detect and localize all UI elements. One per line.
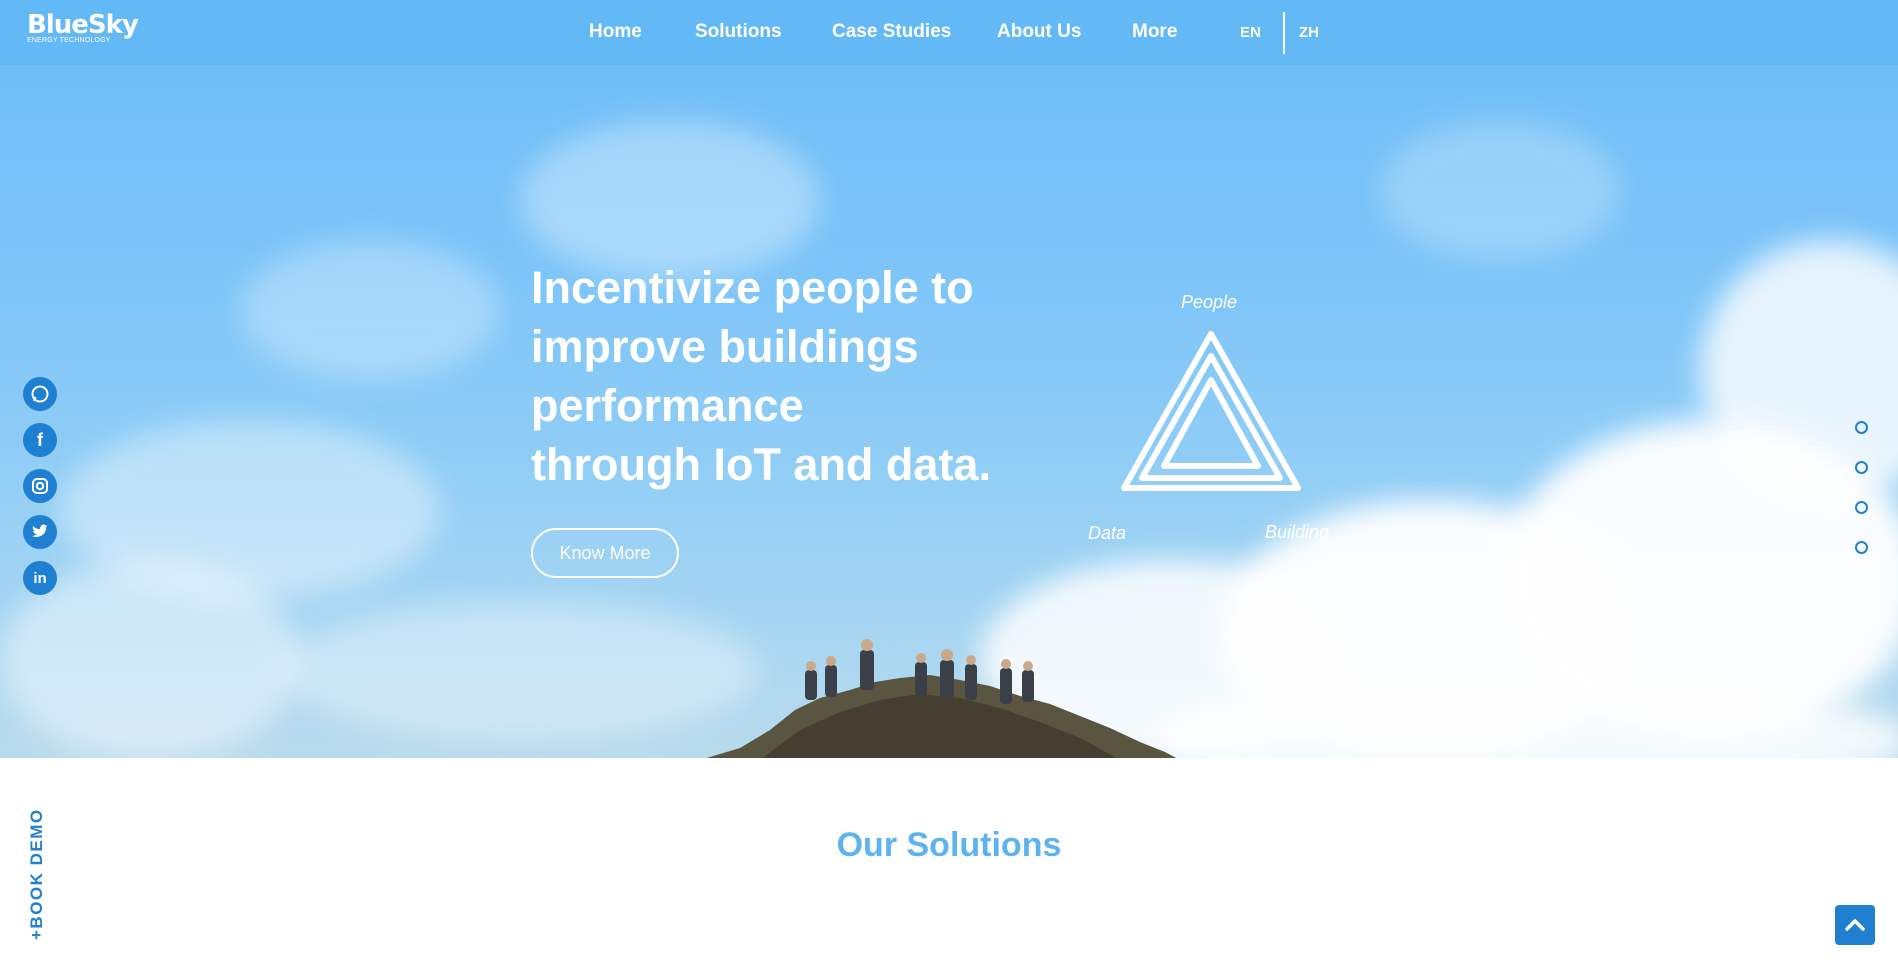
slide-dot-2[interactable] (1855, 461, 1868, 474)
section-title-solutions: Our Solutions (836, 826, 1062, 864)
lang-zh[interactable]: ZH (1299, 24, 1319, 41)
hero-headline: Incentivize people to improve buildings … (531, 258, 1051, 494)
instagram-icon[interactable] (23, 469, 57, 503)
slide-dot-4[interactable] (1855, 541, 1868, 554)
headline-line: through IoT and data. (531, 439, 991, 490)
slide-dot-3[interactable] (1855, 501, 1868, 514)
headline-line: performance (531, 380, 804, 431)
mountain-image (706, 639, 1177, 758)
triangle-label-people: People (1181, 292, 1238, 312)
nav-more[interactable]: More (1132, 21, 1177, 43)
chevron-up-icon (1845, 919, 1865, 931)
nav-about-us[interactable]: About Us (997, 21, 1081, 43)
know-more-button[interactable]: Know More (531, 528, 679, 578)
brand-name: BlueSky (27, 10, 139, 40)
triangle-label-data: Data (1088, 523, 1127, 543)
scroll-to-top-button[interactable] (1835, 905, 1875, 945)
nav-case-studies[interactable]: Case Studies (832, 21, 951, 43)
nav-solutions[interactable]: Solutions (695, 21, 782, 43)
facebook-icon[interactable]: f (23, 423, 57, 457)
whatsapp-icon[interactable] (23, 377, 57, 411)
brand-logo[interactable]: BlueSky ENERGY TECHNOLOGY (27, 10, 139, 44)
twitter-icon[interactable] (23, 515, 57, 549)
slide-dot-1[interactable] (1855, 421, 1868, 434)
headline-line: improve buildings (531, 321, 919, 372)
top-navbar: BlueSky ENERGY TECHNOLOGY Home Solutions… (0, 0, 1898, 65)
nav-home[interactable]: Home (589, 21, 642, 43)
linkedin-icon[interactable]: in (23, 561, 57, 595)
penrose-triangle-icon (1121, 331, 1301, 491)
lang-en[interactable]: EN (1240, 24, 1261, 41)
triangle-label-building: Building (1265, 522, 1330, 542)
lang-divider (1283, 12, 1285, 54)
headline-line: Incentivize people to (531, 262, 974, 313)
